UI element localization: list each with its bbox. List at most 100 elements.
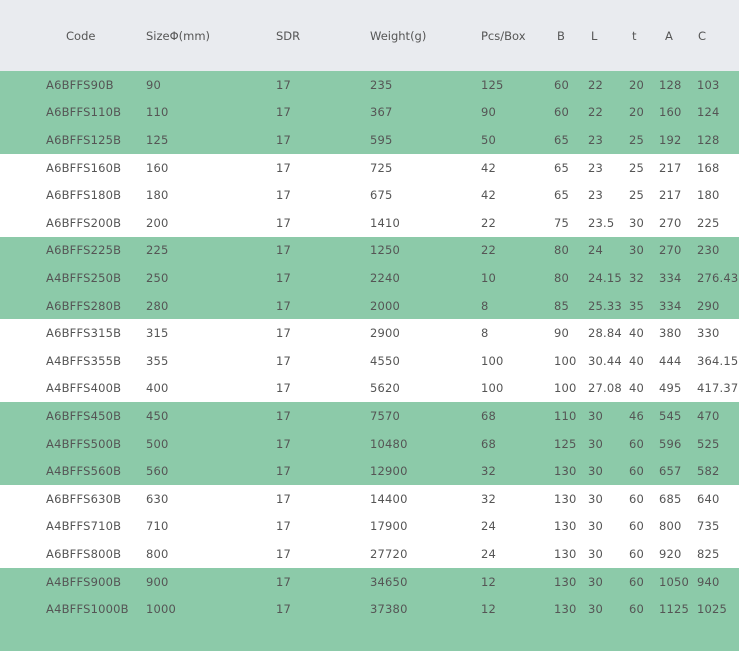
cell-sdr: 17 [276, 546, 292, 561]
table-row: A6BFFS280B 280 17 2000 8 85 25.33 35 334 290 [0, 291, 739, 320]
cell-l: 23.5 [588, 215, 615, 230]
cell-c: 525 [697, 436, 720, 451]
cell-code: A4BFFS250B [46, 270, 122, 285]
cell-c: 364.15 [697, 353, 739, 368]
header-pcs-box: Pcs/Box [481, 28, 526, 43]
cell-pcs-box: 100 [481, 381, 504, 396]
cell-pcs-box: 24 [481, 519, 497, 534]
cell-c: 640 [697, 491, 720, 506]
table-row: A4BFFS250B 250 17 2240 10 80 24.15 32 334 276.43 [0, 264, 739, 292]
cell-pcs-box: 32 [481, 464, 497, 479]
cell-weight: 34650 [370, 574, 408, 589]
table-row: A6BFFS110B 110 17 367 90 60 22 20 160 124 [0, 98, 739, 127]
cell-c: 940 [697, 574, 720, 589]
cell-l: 30 [588, 519, 604, 534]
cell-b: 130 [554, 574, 577, 589]
cell-b: 60 [554, 77, 570, 92]
cell-code: A4BFFS560B [46, 464, 122, 479]
cell-b: 75 [554, 215, 570, 230]
cell-pcs-box: 68 [481, 436, 497, 451]
cell-a: 380 [659, 326, 682, 341]
cell-l: 28.84 [588, 326, 622, 341]
cell-code: A4BFFS1000B [46, 602, 129, 617]
table-row: A6BFFS90B 90 17 235 125 60 22 20 128 103 [0, 71, 739, 99]
table-row: A6BFFS200B 200 17 1410 22 75 23.5 30 270 225 [0, 209, 739, 237]
cell-a: 270 [659, 243, 682, 258]
cell-pcs-box: 32 [481, 491, 497, 506]
table-row: A6BFFS160B 160 17 725 42 65 23 25 217 168 [0, 153, 739, 182]
cell-b: 80 [554, 270, 570, 285]
cell-size: 280 [146, 298, 169, 313]
header-code: Code [66, 28, 96, 43]
cell-b: 65 [554, 132, 570, 147]
cell-sdr: 17 [276, 381, 292, 396]
cell-a: 192 [659, 132, 682, 147]
cell-size: 355 [146, 353, 169, 368]
cell-t: 60 [629, 546, 645, 561]
cell-l: 30 [588, 602, 604, 617]
cell-b: 125 [554, 436, 577, 451]
cell-l: 22 [588, 77, 604, 92]
cell-b: 130 [554, 464, 577, 479]
cell-code: A4BFFS355B [46, 353, 122, 368]
cell-c: 128 [697, 132, 720, 147]
table-row: A6BFFS800B 800 17 27720 24 130 30 60 920 825 [0, 540, 739, 568]
cell-code: A6BFFS90B [46, 77, 114, 92]
cell-b: 60 [554, 105, 570, 120]
cell-t: 35 [629, 298, 645, 313]
cell-sdr: 17 [276, 326, 292, 341]
cell-code: A4BFFS500B [46, 436, 122, 451]
cell-t: 60 [629, 574, 645, 589]
cell-weight: 12900 [370, 464, 408, 479]
cell-b: 110 [554, 408, 577, 423]
cell-weight: 5620 [370, 381, 401, 396]
cell-code: A6BFFS125B [46, 132, 122, 147]
cell-sdr: 17 [276, 602, 292, 617]
table-row: A4BFFS1000B 1000 17 37380 12 130 30 60 1125 1025 [0, 595, 739, 623]
table-row: A4BFFS710B 710 17 17900 24 130 30 60 800 735 [0, 512, 739, 541]
cell-code: A6BFFS315B [46, 326, 122, 341]
cell-weight: 7570 [370, 408, 401, 423]
cell-pcs-box: 22 [481, 215, 497, 230]
cell-l: 30 [588, 408, 604, 423]
cell-size: 180 [146, 188, 169, 203]
cell-a: 596 [659, 436, 682, 451]
cell-size: 800 [146, 546, 169, 561]
cell-pcs-box: 12 [481, 574, 497, 589]
cell-size: 200 [146, 215, 169, 230]
table-header: Code SizeΦ(mm) SDR Weight(g) Pcs/Box B Lt A C [0, 0, 739, 71]
cell-c: 735 [697, 519, 720, 534]
cell-pcs-box: 12 [481, 602, 497, 617]
cell-weight: 4550 [370, 353, 401, 368]
table-row: A4BFFS900B 900 17 34650 12 130 30 60 1050 940 [0, 567, 739, 596]
cell-sdr: 17 [276, 408, 292, 423]
cell-a: 334 [659, 270, 682, 285]
cell-pcs-box: 22 [481, 243, 497, 258]
cell-l: 30 [588, 464, 604, 479]
cell-t: 46 [629, 408, 645, 423]
cell-size: 400 [146, 381, 169, 396]
cell-code: A6BFFS450B [46, 408, 122, 423]
cell-pcs-box: 8 [481, 298, 489, 313]
cell-pcs-box: 24 [481, 546, 497, 561]
cell-size: 450 [146, 408, 169, 423]
cell-sdr: 17 [276, 464, 292, 479]
cell-t: 60 [629, 602, 645, 617]
table-row: A4BFFS400B 400 17 5620 100 100 27.08 40 495 417.3… [0, 374, 739, 403]
cell-a: 545 [659, 408, 682, 423]
cell-weight: 1250 [370, 243, 401, 258]
cell-b: 100 [554, 381, 577, 396]
cell-l: 24 [588, 243, 604, 258]
cell-a: 334 [659, 298, 682, 313]
cell-pcs-box: 42 [481, 188, 497, 203]
cell-sdr: 17 [276, 270, 292, 285]
cell-sdr: 17 [276, 77, 292, 92]
cell-size: 1000 [146, 602, 177, 617]
cell-size: 160 [146, 160, 169, 175]
cell-t: 25 [629, 188, 645, 203]
cell-weight: 14400 [370, 491, 408, 506]
table-row: A6BFFS630B 630 17 14400 32 130 30 60 685 640 [0, 485, 739, 513]
cell-l: 27.08 [588, 381, 622, 396]
cell-pcs-box: 125 [481, 77, 504, 92]
table-row: A4BFFS355B 355 17 4550 100 100 30.44 40 444 364.1… [0, 347, 739, 375]
